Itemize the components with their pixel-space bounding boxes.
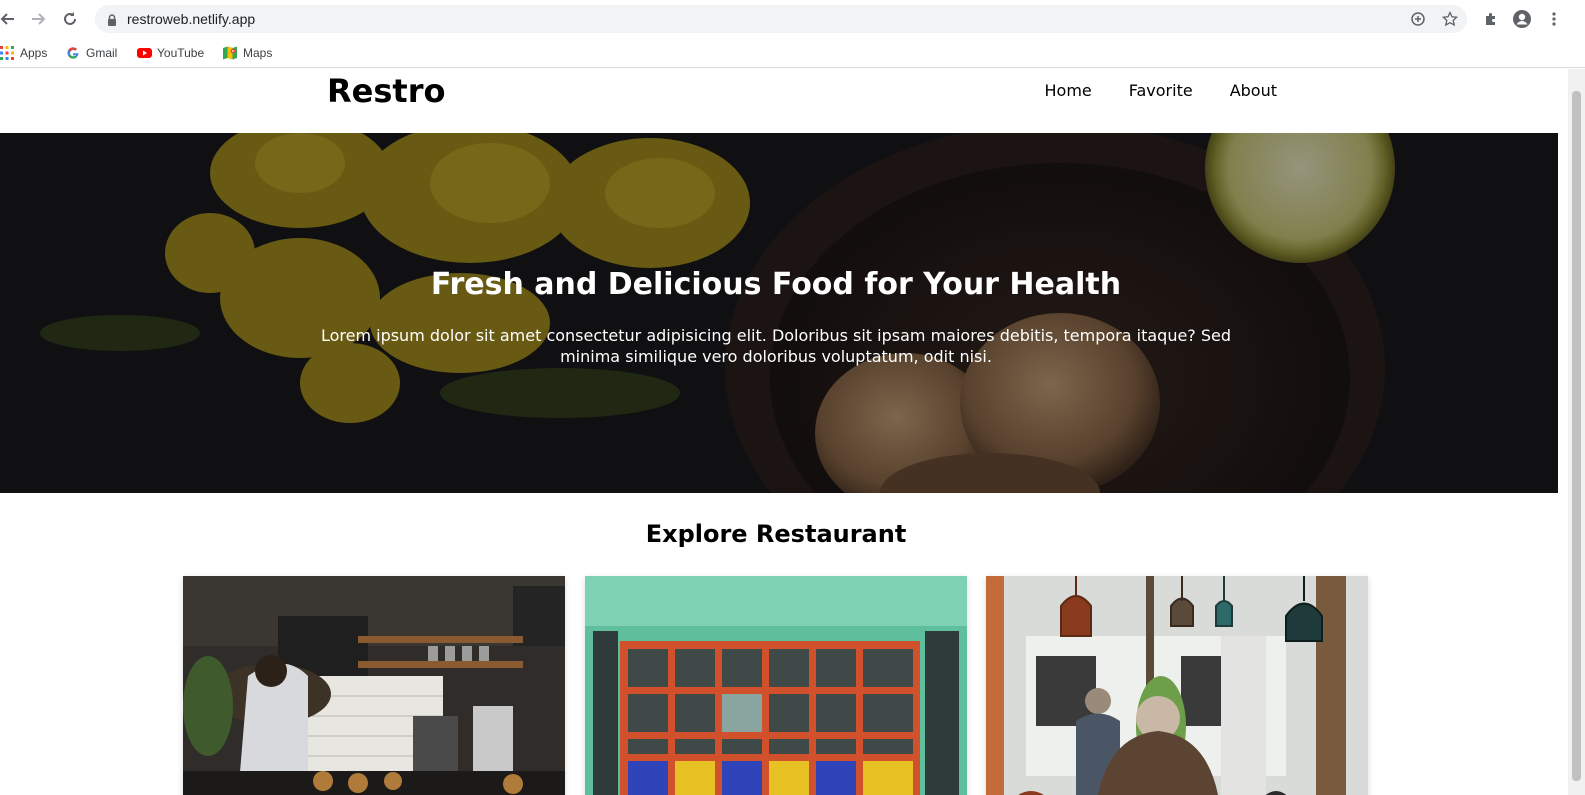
bookmark-youtube[interactable]: YouTube — [137, 42, 204, 64]
browser-toolbar: restroweb.netlify.app — [0, 0, 1585, 38]
site-brand-logo[interactable]: Restro — [327, 72, 445, 110]
scrollbar-thumb[interactable] — [1572, 91, 1581, 781]
lock-icon — [105, 12, 119, 26]
google-icon — [66, 46, 80, 60]
hero-title: Fresh and Delicious Food for Your Health — [430, 267, 1122, 302]
main-nav: Home Favorite About — [1045, 81, 1278, 100]
apps-grid-icon — [0, 46, 14, 60]
bookmark-maps[interactable]: Maps — [223, 42, 272, 64]
install-app-icon[interactable] — [1410, 11, 1426, 27]
bookmark-label: Apps — [20, 46, 48, 60]
nav-favorite-link[interactable]: Favorite — [1129, 81, 1193, 100]
bookmark-gmail[interactable]: Gmail — [66, 42, 117, 64]
bookmark-apps[interactable]: Apps — [0, 42, 47, 64]
restaurant-card[interactable] — [585, 576, 967, 795]
maps-icon — [223, 46, 237, 60]
storefront-window-photo — [585, 576, 967, 795]
reload-icon[interactable] — [60, 9, 80, 29]
hero-banner: Fresh and Delicious Food for Your Health… — [0, 133, 1558, 493]
star-bookmark-icon[interactable] — [1441, 10, 1459, 27]
extensions-puzzle-icon[interactable] — [1481, 9, 1501, 29]
web-page: Restro Home Favorite About Fresh and Del… — [0, 69, 1568, 795]
menu-kebab-icon[interactable] — [1544, 9, 1564, 29]
explore-section-title: Explore Restaurant — [645, 520, 907, 548]
address-bar[interactable]: restroweb.netlify.app — [95, 5, 1467, 33]
nav-home-link[interactable]: Home — [1045, 81, 1092, 100]
forward-arrow-icon[interactable] — [28, 9, 48, 29]
hero-description: Lorem ipsum dolor sit amet consectetur a… — [320, 326, 1232, 366]
cafe-barista-photo — [183, 576, 565, 795]
back-arrow-icon[interactable] — [0, 9, 18, 29]
bookmark-label: Gmail — [86, 46, 118, 60]
youtube-icon — [137, 46, 152, 60]
profile-avatar-icon[interactable] — [1512, 9, 1532, 29]
page-scrollbar[interactable] — [1568, 69, 1585, 795]
restaurant-card[interactable] — [986, 576, 1368, 795]
hero-food-photo — [0, 133, 1558, 493]
restaurant-interior-photo — [986, 576, 1368, 795]
restaurant-card[interactable] — [183, 576, 565, 795]
nav-about-link[interactable]: About — [1230, 81, 1277, 100]
bookmark-label: Maps — [243, 46, 273, 60]
bookmarks-bar: Apps Gmail YouTube Maps — [0, 38, 1585, 68]
bookmark-label: YouTube — [157, 46, 205, 60]
site-header: Restro Home Favorite About — [0, 69, 1568, 133]
url-text[interactable]: restroweb.netlify.app — [127, 11, 255, 27]
